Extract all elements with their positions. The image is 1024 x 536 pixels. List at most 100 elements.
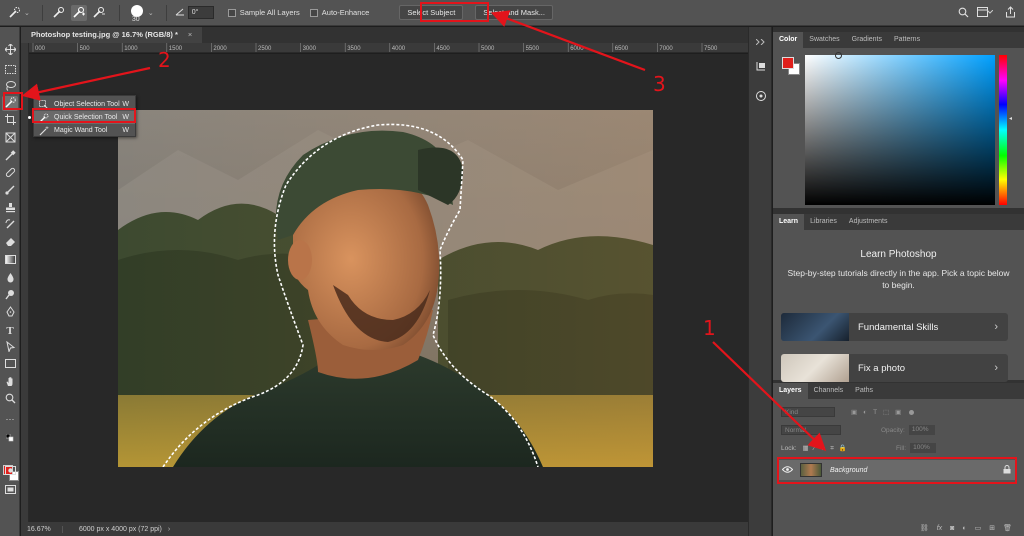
color-picker-cursor[interactable] [835, 52, 842, 59]
history-panel-icon[interactable] [754, 59, 768, 73]
dodge-icon [4, 289, 16, 302]
select-subject-button[interactable]: Select Subject [399, 5, 464, 20]
auto-enhance-checkbox[interactable]: Auto-Enhance [309, 4, 369, 22]
group-folder-icon[interactable]: ▭ [975, 524, 982, 532]
brush-preview: 30 [128, 4, 146, 23]
tab-learn[interactable]: Learn [773, 214, 805, 230]
flyout-item-magic-wand[interactable]: Magic Wand Tool W [34, 124, 135, 137]
tool-preset-picker[interactable]: ⌄ [6, 4, 30, 22]
eyedropper-tool[interactable] [2, 149, 18, 164]
vertical-ruler[interactable] [21, 43, 29, 522]
share-icon[interactable] [1003, 5, 1017, 19]
frame-tool[interactable] [2, 131, 18, 146]
blend-mode-select[interactable]: Normal [781, 425, 841, 435]
link-layers-icon[interactable]: ⛓ [920, 524, 929, 532]
tab-layers[interactable]: Layers [773, 383, 808, 399]
blur-tool[interactable] [2, 271, 18, 286]
properties-panel-icon[interactable] [754, 89, 768, 103]
quick-selection-icon [6, 5, 22, 21]
default-colors-button[interactable] [2, 431, 18, 446]
path-selection-tool[interactable] [2, 340, 18, 355]
layer-row-background[interactable]: Background [779, 460, 1017, 480]
opacity-input[interactable]: 100% [908, 425, 935, 435]
tab-channels[interactable]: Channels [808, 383, 850, 399]
lasso-tool[interactable] [2, 79, 18, 94]
zoom-level[interactable]: 16.67% [21, 525, 63, 533]
add-to-selection-button[interactable] [70, 4, 87, 22]
fx-icon[interactable]: fx [937, 525, 942, 532]
edit-toolbar-button[interactable]: ··· [2, 411, 18, 426]
tab-swatches[interactable]: Swatches [803, 32, 845, 48]
flyout-item-quick-selection[interactable]: Quick Selection Tool W [28, 111, 135, 124]
eraser-tool[interactable] [2, 235, 18, 250]
layer-blend-row: Normal Opacity: 100% [773, 425, 1024, 435]
chevron-right-icon[interactable]: › [168, 526, 170, 533]
quick-selection-icon [4, 97, 16, 110]
quick-mask-button[interactable] [2, 464, 18, 479]
collapse-panels-icon[interactable] [754, 35, 768, 49]
search-icon[interactable] [956, 5, 970, 19]
color-saturation-field[interactable] [805, 52, 995, 205]
healing-brush-tool[interactable] [2, 166, 18, 181]
separator [118, 4, 120, 21]
brush-tool[interactable] [2, 183, 18, 198]
fill-input[interactable]: 100% [910, 443, 937, 453]
filter-toggle-icon[interactable] [909, 409, 915, 415]
clone-stamp-tool[interactable] [2, 201, 18, 216]
tab-libraries[interactable]: Libraries [804, 214, 843, 230]
brush-size-picker[interactable]: 30 ⌄ [128, 4, 154, 23]
tab-gradients[interactable]: Gradients [846, 32, 888, 48]
select-and-mask-button[interactable]: Select and Mask... [475, 5, 553, 20]
chevron-down-icon[interactable] [986, 5, 994, 19]
dodge-tool[interactable] [2, 288, 18, 303]
horizontal-ruler[interactable]: 000 500 1000 1500 2000 2500 3000 3500 4000 4500 50… [29, 43, 748, 53]
checkbox-icon [227, 8, 236, 17]
new-layer-icon[interactable]: ⊞ [989, 524, 995, 532]
visibility-eye-icon[interactable] [781, 465, 796, 475]
screen-mode-button[interactable] [2, 483, 18, 498]
selected-bullet-icon [28, 116, 31, 119]
foreground-color-swatch[interactable] [782, 57, 794, 69]
zoom-tool[interactable] [2, 392, 18, 407]
document-image[interactable] [118, 110, 653, 467]
flyout-item-object-selection[interactable]: Object Selection Tool W [34, 98, 135, 111]
learn-card-fix-a-photo[interactable]: Fix a photo › [781, 354, 1008, 382]
filter-icons[interactable]: ▣◐T⬚▣ [851, 408, 907, 416]
history-brush-tool[interactable] [2, 218, 18, 233]
hue-slider-handle[interactable]: ◂ [1009, 115, 1012, 122]
opacity-label: Opacity: [881, 426, 905, 434]
document-tab[interactable]: Photoshop testing.jpg @ 16.7% (RGB/8) * … [21, 27, 203, 43]
crop-tool[interactable] [2, 113, 18, 128]
new-selection-button[interactable] [51, 4, 67, 22]
sample-all-layers-checkbox[interactable]: Sample All Layers [227, 4, 300, 22]
tab-paths[interactable]: Paths [849, 383, 879, 399]
sample-all-layers-label: Sample All Layers [239, 8, 300, 17]
hue-slider[interactable] [999, 55, 1007, 205]
marquee-tool[interactable] [2, 63, 18, 78]
delete-layer-icon[interactable]: 🗑 [1003, 524, 1012, 532]
tab-patterns[interactable]: Patterns [888, 32, 926, 48]
ruler-tick-label: 000 [35, 46, 46, 52]
layer-kind-filter[interactable]: Kind [781, 407, 835, 417]
type-tool[interactable]: T [2, 323, 18, 338]
angle-input[interactable]: 0° [187, 6, 214, 19]
tab-color[interactable]: Color [773, 32, 804, 48]
lock-options-icons[interactable]: ▦⁄✥⌗🔒 [803, 444, 852, 453]
document-dimensions[interactable]: 6000 px x 4000 px (72 ppi) [63, 526, 162, 533]
learn-card-fundamental-skills[interactable]: Fundamental Skills › [781, 313, 1008, 341]
adjustment-layer-icon[interactable]: ◐ [962, 525, 966, 532]
hand-tool[interactable] [2, 375, 18, 390]
close-icon[interactable]: × [188, 27, 192, 43]
chevron-right-icon: › [994, 362, 998, 374]
subtract-from-selection-button[interactable] [91, 4, 107, 22]
add-mask-icon[interactable]: ◙ [950, 525, 954, 532]
quick-selection-tool[interactable] [2, 96, 18, 111]
ruler-tick-label: 1000 [124, 46, 138, 52]
card-label: Fix a photo [858, 362, 905, 374]
gradient-tool[interactable] [2, 253, 18, 268]
tab-adjustments[interactable]: Adjustments [843, 214, 894, 230]
move-tool[interactable] [2, 43, 18, 58]
ruler-tick-label: 6500 [615, 46, 629, 52]
rectangle-tool[interactable] [2, 357, 18, 372]
pen-tool[interactable] [2, 305, 18, 320]
